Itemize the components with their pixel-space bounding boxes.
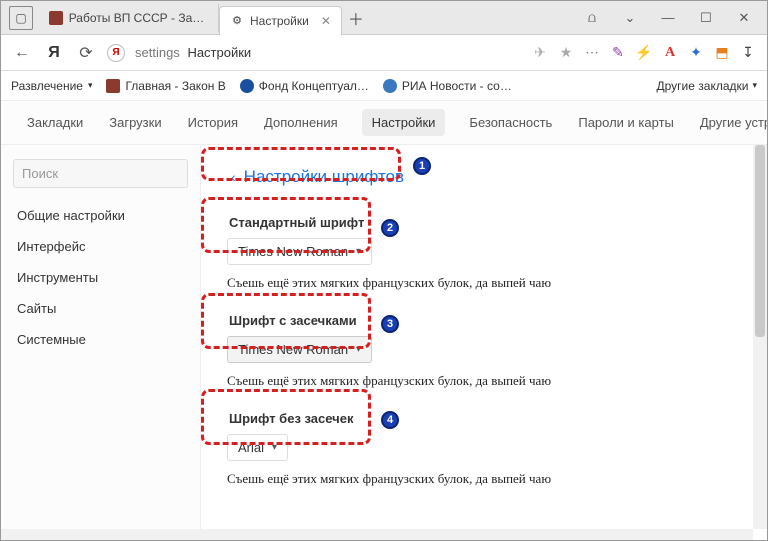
close-tab-icon[interactable]: ✕ [321, 14, 331, 28]
close-window-button[interactable]: ✕ [729, 6, 759, 30]
chevron-down-icon: ▾ [356, 246, 361, 257]
favicon-icon [49, 11, 63, 25]
sidebar-item-system[interactable]: Системные [1, 324, 200, 355]
subtab-security[interactable]: Безопасность [467, 109, 554, 136]
subtab-settings[interactable]: Настройки [362, 109, 446, 136]
font-dropdown-serif[interactable]: Times New Roman ▾ [227, 336, 372, 363]
reader-icon[interactable]: ⩍ [577, 6, 607, 30]
dropdown-value: Arial [238, 440, 264, 455]
section-label: Стандартный шрифт [223, 211, 745, 232]
font-sample-text: Съешь ещё этих мягких французских булок,… [223, 275, 745, 291]
sidebar-item-sites[interactable]: Сайты [1, 293, 200, 324]
bookmark-label: РИА Новости - со… [402, 79, 512, 93]
favicon-icon [106, 79, 120, 93]
font-section-serif: Шрифт с засечками Times New Roman ▾ Съеш… [223, 309, 745, 389]
other-bookmarks-label: Другие закладки [657, 79, 749, 93]
bookmark-item[interactable]: Фонд Концептуал… [240, 79, 369, 93]
minimize-button[interactable]: — [653, 6, 683, 30]
favicon-icon [240, 79, 254, 93]
subtab-passwords[interactable]: Пароли и карты [576, 109, 676, 136]
chevron-down-icon: ▾ [272, 442, 277, 453]
dropdown-icon[interactable]: ⌄ [615, 6, 645, 30]
pencil-icon[interactable]: ✎ [609, 44, 627, 62]
scrollbar-thumb[interactable] [755, 145, 765, 337]
reload-button[interactable]: ⟳ [75, 42, 97, 64]
font-a-icon[interactable]: A [661, 44, 679, 62]
yandex-home-button[interactable]: Я [43, 42, 65, 64]
bookmark-icon[interactable]: ★ [557, 44, 575, 62]
bookmarks-bar: Развлечение ▾ Главная - Закон В Фонд Кон… [1, 71, 767, 101]
dropdown-value: Times New Roman [238, 244, 348, 259]
vertical-scrollbar[interactable] [753, 145, 767, 529]
tab-label: Работы ВП СССР - Закон [69, 11, 208, 25]
settings-sidebar: Поиск Общие настройки Интерфейс Инструме… [1, 145, 201, 530]
chevron-down-icon: ▾ [356, 344, 361, 355]
font-dropdown-standard[interactable]: Times New Roman ▾ [227, 238, 372, 265]
chevron-down-icon: ▾ [752, 80, 757, 91]
more-icon[interactable]: ⋯ [583, 44, 601, 62]
address-bar: ← Я ⟳ Я settings Настройки ✈ ★ ⋯ ✎ ⚡ A ✦… [1, 35, 767, 71]
sidebar-toggle-icon[interactable] [9, 6, 33, 30]
page-title: Настройки шрифтов [244, 167, 404, 187]
url-display[interactable]: settings Настройки [135, 45, 251, 60]
font-section-sans: Шрифт без засечек Arial ▾ Съешь ещё этих… [223, 407, 745, 487]
subtab-history[interactable]: История [186, 109, 240, 136]
site-identity-icon[interactable]: Я [107, 44, 125, 62]
plane-icon[interactable]: ✈ [531, 44, 549, 62]
subtab-downloads[interactable]: Загрузки [107, 109, 163, 136]
sidebar-item-interface[interactable]: Интерфейс [1, 231, 200, 262]
bookmark-label: Фонд Концептуал… [259, 79, 369, 93]
bookmark-folder-entertainment[interactable]: Развлечение ▾ [11, 79, 92, 93]
bookmark-item[interactable]: РИА Новости - со… [383, 79, 512, 93]
maximize-button[interactable]: ☐ [691, 6, 721, 30]
url-path: Настройки [187, 45, 251, 60]
settings-subtabs: Закладки Загрузки История Дополнения Нас… [1, 101, 767, 145]
bookmark-item[interactable]: Главная - Закон В [106, 79, 225, 93]
favicon-icon [383, 79, 397, 93]
search-input[interactable]: Поиск [13, 159, 188, 188]
window-controls: ⩍ ⌄ — ☐ ✕ [577, 6, 767, 30]
font-section-standard: Стандартный шрифт Times New Roman ▾ Съеш… [223, 211, 745, 291]
new-tab-button[interactable]: ＋ [342, 4, 370, 32]
download-icon[interactable]: ↧ [739, 44, 757, 62]
app-icon[interactable]: ⬒ [713, 44, 731, 62]
subtab-other-devices[interactable]: Другие устройст [698, 109, 767, 136]
section-label: Шрифт с засечками [223, 309, 745, 330]
bolt-icon[interactable]: ⚡ [635, 44, 653, 62]
search-placeholder: Поиск [22, 166, 58, 181]
sidebar-item-tools[interactable]: Инструменты [1, 262, 200, 293]
other-bookmarks-button[interactable]: Другие закладки ▾ [657, 79, 757, 93]
horizontal-scrollbar[interactable] [1, 529, 753, 540]
back-button[interactable]: ← [11, 42, 33, 64]
url-host: settings [135, 45, 180, 60]
main-area: Поиск Общие настройки Интерфейс Инструме… [1, 145, 767, 530]
gear-icon: ⚙ [230, 14, 244, 28]
browser-tab-0[interactable]: Работы ВП СССР - Закон [39, 4, 219, 32]
sidebar-item-general[interactable]: Общие настройки [1, 200, 200, 231]
font-dropdown-sans[interactable]: Arial ▾ [227, 434, 288, 461]
subtab-bookmarks[interactable]: Закладки [25, 109, 85, 136]
font-sample-text: Съешь ещё этих мягких французских булок,… [223, 373, 745, 389]
back-to-settings-link[interactable]: ‹ Настройки шрифтов [223, 161, 745, 193]
window-titlebar: Работы ВП СССР - Закон ⚙ Настройки ✕ ＋ ⩍… [1, 1, 767, 35]
browser-tab-1[interactable]: ⚙ Настройки ✕ [219, 6, 342, 35]
tab-label: Настройки [250, 14, 309, 28]
subtab-addons[interactable]: Дополнения [262, 109, 340, 136]
section-label: Шрифт без засечек [223, 407, 745, 428]
bookmark-label: Главная - Закон В [125, 79, 225, 93]
settings-content: ‹ Настройки шрифтов Стандартный шрифт Ti… [201, 145, 767, 530]
bookmark-label: Развлечение [11, 79, 83, 93]
toolbar-right: ✈ ★ ⋯ ✎ ⚡ A ✦ ⬒ ↧ [531, 44, 757, 62]
chevron-left-icon: ‹ [231, 169, 236, 185]
dropdown-value: Times New Roman [238, 342, 348, 357]
star-ext-icon[interactable]: ✦ [687, 44, 705, 62]
chevron-down-icon: ▾ [88, 80, 93, 91]
font-sample-text: Съешь ещё этих мягких французских булок,… [223, 471, 745, 487]
